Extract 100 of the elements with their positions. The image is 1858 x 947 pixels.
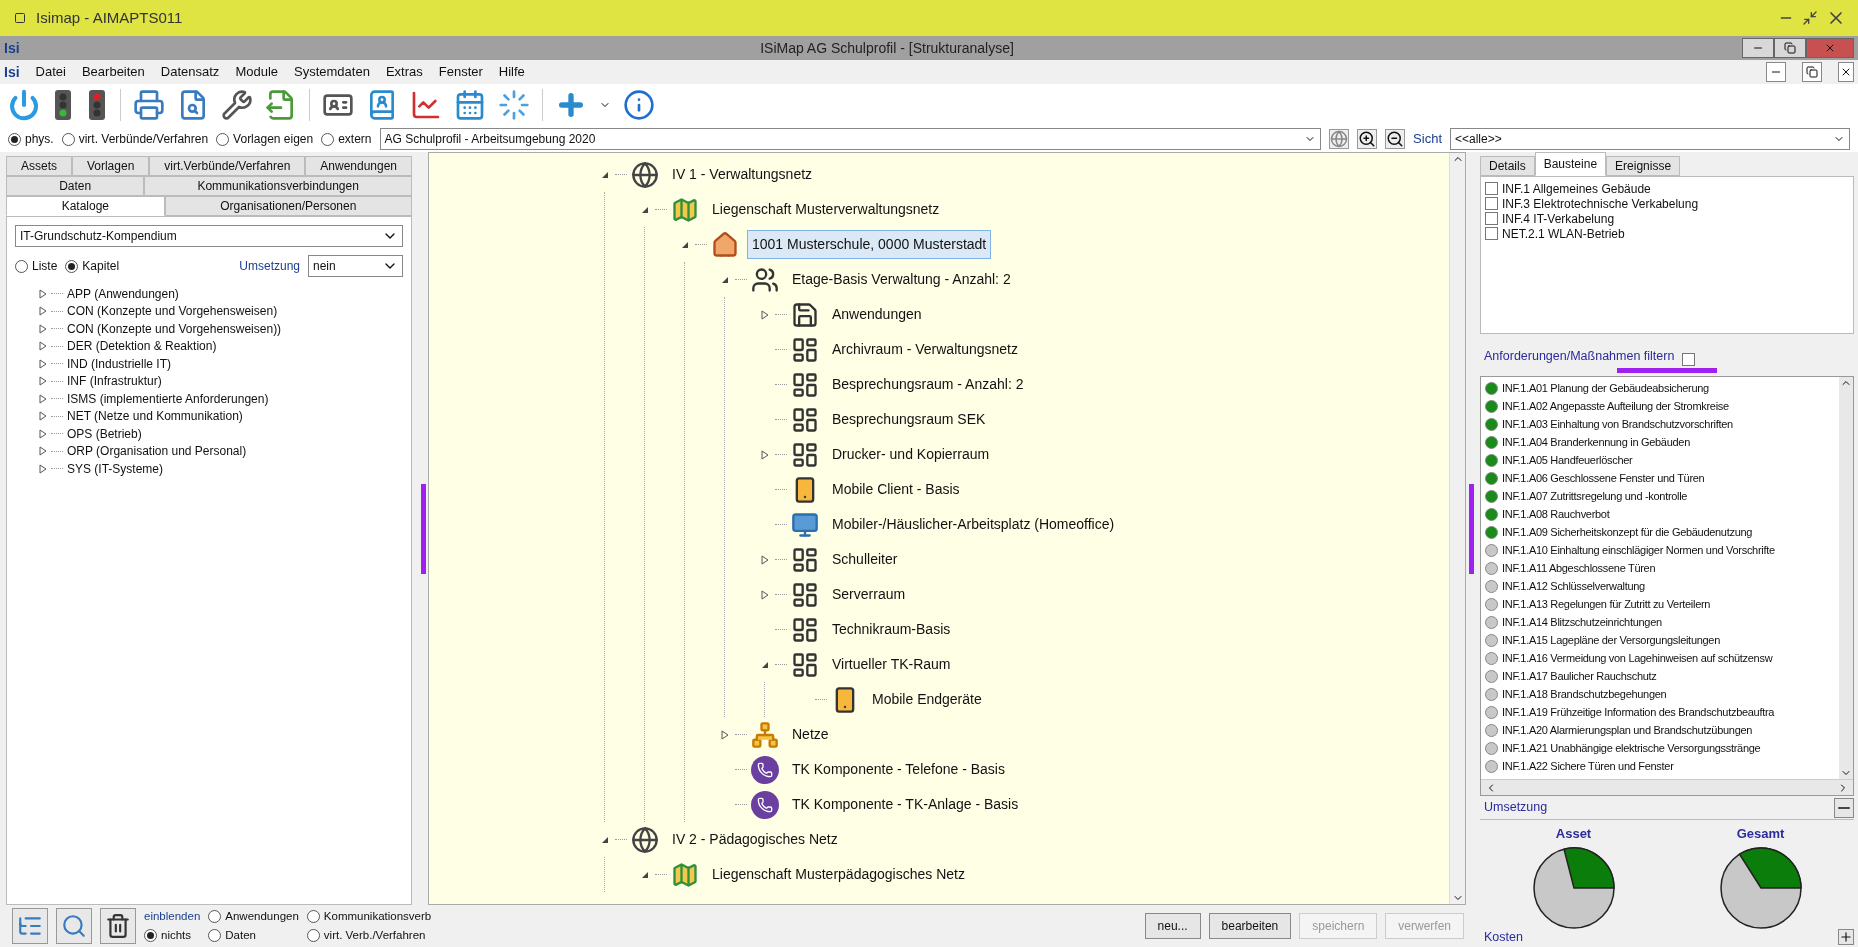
expand-icon[interactable]	[1838, 929, 1854, 945]
chapter-item[interactable]: CON (Konzepte und Vorgehensweisen)	[67, 302, 278, 321]
expand-arrow-icon[interactable]	[761, 554, 769, 565]
expand-arrow-icon[interactable]	[39, 358, 47, 369]
checkbox[interactable]	[1485, 212, 1498, 225]
radio-button[interactable]	[216, 132, 230, 146]
expand-arrow-icon[interactable]	[761, 589, 769, 600]
tree-item[interactable]: TK Komponente - Telefone - Basis	[787, 755, 1010, 784]
collapse-arrow-icon[interactable]	[721, 275, 729, 284]
requirement-item[interactable]: INF.1.A01 Planung der Gebäudeabsicherung	[1502, 379, 1709, 397]
chapter-item[interactable]: SYS (IT-Systeme)	[67, 459, 164, 478]
collapse-arrow-icon[interactable]	[641, 870, 649, 879]
splitter-handle[interactable]	[420, 483, 426, 574]
restore-button[interactable]	[1774, 38, 1806, 58]
tree-item[interactable]: Netze	[787, 720, 834, 749]
splitter-handle[interactable]	[1617, 368, 1717, 373]
tab[interactable]: Ereignisse	[1606, 156, 1681, 176]
menu-item[interactable]: Hilfe	[498, 62, 525, 82]
calendar-icon[interactable]	[454, 89, 486, 121]
radio-button[interactable]	[321, 132, 335, 146]
vertical-scrollbar[interactable]	[1449, 153, 1465, 904]
expand-arrow-icon[interactable]	[39, 446, 47, 457]
tools-icon[interactable]	[221, 89, 253, 121]
requirement-item[interactable]: INF.1.A19 Frühzeitige Information des Brandschutzbeauftra	[1502, 703, 1775, 721]
expand-arrow-icon[interactable]	[39, 288, 47, 299]
collapse-arrow-icon[interactable]	[681, 240, 689, 249]
tree-item[interactable]: Schulleiter	[827, 545, 903, 574]
tab[interactable]: Vorlagen	[71, 156, 150, 176]
tab[interactable]: Details	[1480, 156, 1535, 176]
vertical-scrollbar[interactable]	[1839, 377, 1853, 779]
globe-icon[interactable]	[1329, 129, 1350, 149]
tree-item[interactable]: Anwendungen	[827, 300, 927, 329]
tree-item[interactable]: Etage-Basis Verwaltung - Anzahl: 2	[787, 265, 1016, 294]
expand-arrow-icon[interactable]	[39, 376, 47, 387]
power-icon[interactable]	[8, 89, 40, 121]
restore-icon[interactable]	[1802, 10, 1818, 26]
tree-item[interactable]: Mobiler-/Häuslicher-Arbeitsplatz (Homeoffice)	[827, 510, 1120, 539]
expand-arrow-icon[interactable]	[39, 393, 47, 404]
dots-ring-icon[interactable]	[498, 89, 530, 121]
radio-button[interactable]	[208, 909, 222, 923]
requirement-item[interactable]: INF.1.A11 Abgeschlossene Türen	[1502, 559, 1656, 577]
zoom-out-icon[interactable]	[1385, 129, 1406, 149]
action-button[interactable]: bearbeiten	[1208, 913, 1292, 939]
radio-button[interactable]	[144, 929, 157, 943]
tree-item[interactable]: Liegenschaft Musterpädagogisches Netz	[707, 860, 970, 889]
requirement-item[interactable]: INF.1.A14 Blitzschutzeinrichtungen	[1502, 613, 1662, 631]
menu-item[interactable]: Extras	[385, 62, 423, 82]
view-dropdown[interactable]: <<alle>>	[1450, 128, 1850, 150]
filter-checkbox[interactable]	[1682, 353, 1696, 366]
radio-button[interactable]	[61, 132, 75, 146]
expand-arrow-icon[interactable]	[721, 729, 729, 740]
close-button[interactable]	[1838, 62, 1854, 82]
chapter-item[interactable]: DER (Detektion & Reaktion)	[67, 337, 217, 356]
requirement-item[interactable]: INF.1.A18 Brandschutzbegehungen	[1502, 685, 1667, 703]
requirement-item[interactable]: INF.1.A02 Angepasste Aufteilung der Stromkreise	[1502, 397, 1729, 415]
tree-item[interactable]: Virtueller TK-Raum	[827, 650, 956, 679]
collapse-arrow-icon[interactable]	[641, 205, 649, 214]
chapter-item[interactable]: APP (Anwendungen)	[67, 284, 179, 303]
splitter-handle[interactable]	[1468, 483, 1474, 574]
collapse-icon[interactable]	[1834, 797, 1854, 818]
expand-arrow-icon[interactable]	[761, 309, 769, 320]
chapter-item[interactable]: NET (Netze und Kommunikation)	[67, 407, 243, 426]
tab[interactable]: Kataloge	[6, 196, 165, 216]
tab[interactable]: Assets	[6, 156, 72, 176]
zoom-in-icon[interactable]	[1357, 129, 1378, 149]
chapter-item[interactable]: OPS (Betrieb)	[67, 424, 142, 443]
requirement-item[interactable]: INF.1.A22 Sichere Türen und Fenster	[1502, 757, 1674, 775]
implementation-dropdown[interactable]: nein	[308, 255, 403, 277]
tree-item[interactable]: Archivraum - Verwaltungsnetz	[827, 335, 1023, 364]
tab[interactable]: Kommunikationsverbindungen	[144, 176, 412, 196]
expand-arrow-icon[interactable]	[39, 411, 47, 422]
tree-item[interactable]: Technikraum-Basis	[827, 615, 956, 644]
tree-item[interactable]: Liegenschaft Musterverwaltungsnetz	[707, 195, 945, 224]
requirement-item[interactable]: INF.1.A04 Branderkennung in Gebäuden	[1502, 433, 1690, 451]
trash-icon[interactable]	[100, 908, 136, 944]
tree-item[interactable]: Mobile Endgeräte	[867, 685, 987, 714]
requirement-item[interactable]: INF.1.A07 Zutrittsregelung und -kontrolle	[1502, 487, 1688, 505]
chapter-item[interactable]: ORP (Organisation und Personal)	[67, 442, 247, 461]
tree-item[interactable]: Mobile Client - Basis	[827, 475, 965, 504]
traffic-light-icon[interactable]	[86, 89, 108, 121]
checkbox[interactable]	[1485, 197, 1498, 210]
requirement-item[interactable]: INF.1.A17 Baulicher Rauchschutz	[1502, 667, 1657, 685]
tree-view-icon[interactable]	[12, 908, 48, 944]
line-chart-icon[interactable]	[410, 89, 442, 121]
workspace-dropdown[interactable]: AG Schulprofil - Arbeitsumgebung 2020	[379, 128, 1322, 150]
tree-item[interactable]: Drucker- und Kopierraum	[827, 440, 995, 469]
info-icon[interactable]	[623, 89, 655, 121]
tab[interactable]: Daten	[6, 176, 145, 196]
menu-item[interactable]: Datei	[35, 62, 66, 82]
requirement-item[interactable]: INF.1.A03 Einhaltung von Brandschutzvorschriften	[1502, 415, 1733, 433]
menu-item[interactable]: Datensatz	[160, 62, 220, 82]
menu-item[interactable]: Fenster	[438, 62, 483, 82]
expand-arrow-icon[interactable]	[39, 463, 47, 474]
requirement-item[interactable]: INF.1.A08 Rauchverbot	[1502, 505, 1610, 523]
tree-item[interactable]: Besprechungsraum - Anzahl: 2	[827, 370, 1029, 399]
expand-arrow-icon[interactable]	[39, 341, 47, 352]
requirement-item[interactable]: INF.1.A16 Vermeidung von Lagehinweisen auf schützensw	[1502, 649, 1773, 667]
catalog-dropdown[interactable]: IT-Grundschutz-Kompendium	[15, 225, 403, 247]
menu-item[interactable]: Module	[235, 62, 278, 82]
search-icon[interactable]	[56, 908, 92, 944]
